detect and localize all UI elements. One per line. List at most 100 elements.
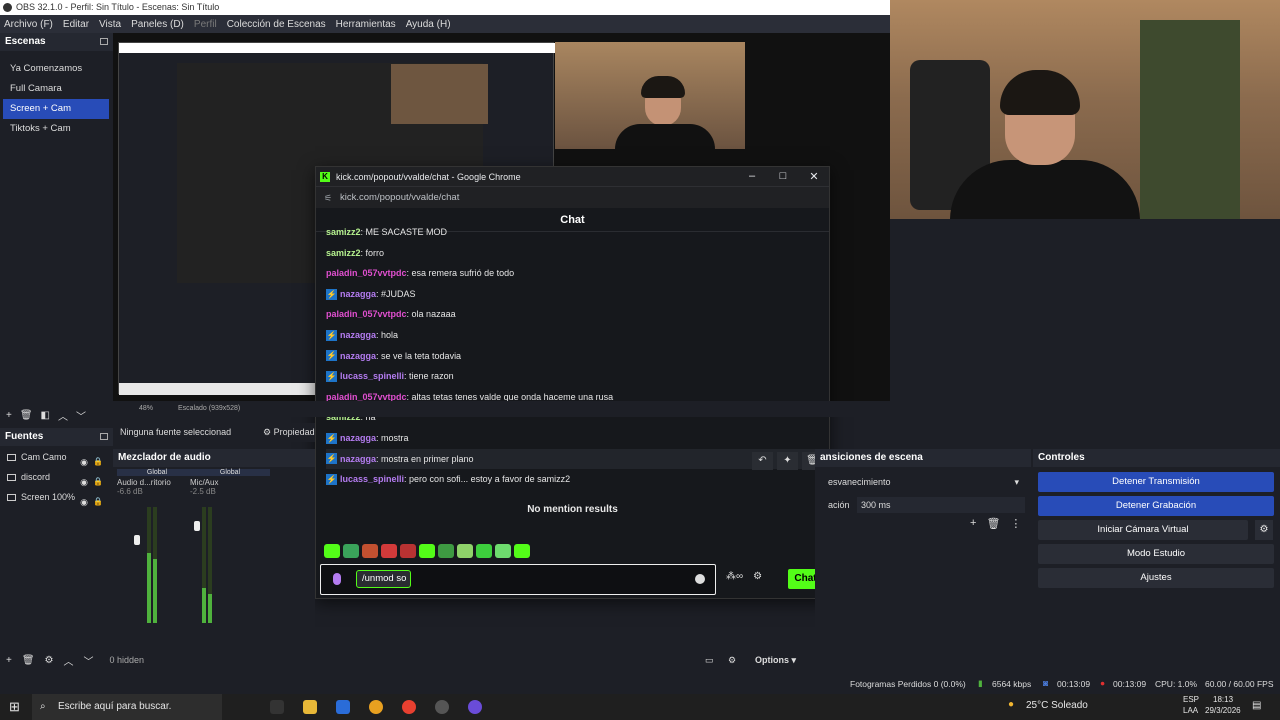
taskbar-search[interactable]: ⌕ Escribe aquí para buscar. <box>32 694 222 720</box>
filter-icon[interactable]: ◧ <box>41 410 50 421</box>
layout-icon[interactable]: ▭ <box>705 655 714 666</box>
emoji-icon[interactable] <box>695 574 705 584</box>
emote-icon[interactable] <box>514 544 530 558</box>
mixer-channel-name[interactable]: Mic/Aux <box>190 478 270 487</box>
chat-message[interactable]: paladin_057vvtpdc: esa remera sufrió de … <box>326 263 829 284</box>
emote-icon[interactable] <box>438 544 454 558</box>
mixer-channel-name[interactable]: Audio d...ritorio <box>117 478 197 487</box>
clock-time[interactable]: 18:13 <box>1213 695 1233 704</box>
emote-icon[interactable] <box>381 544 397 558</box>
stop-recording-button[interactable]: Detener Grabación <box>1038 496 1274 516</box>
add-icon[interactable]: + <box>970 517 976 530</box>
volume-slider[interactable] <box>134 535 140 545</box>
menu-perfil[interactable]: Perfil <box>194 19 217 30</box>
more-icon[interactable]: ⋮ <box>1010 517 1021 530</box>
emote-icon[interactable] <box>343 544 359 558</box>
menu-coleccion-escenas[interactable]: Colección de Escenas <box>227 19 326 30</box>
source-item-screen[interactable]: Screen 100% ◉ 🔒 <box>0 487 113 507</box>
minimize-icon[interactable]: – <box>743 170 761 182</box>
remove-icon[interactable]: 🗑 <box>986 517 1000 530</box>
chrome-url[interactable]: kick.com/popout/vvalde/chat <box>340 192 459 203</box>
chat-username[interactable]: nazagga <box>340 325 376 346</box>
source-item-cam-camo[interactable]: Cam Camo ◉ 🔒 <box>0 447 113 467</box>
chat-username[interactable]: paladin_057vvtpdc <box>326 304 407 325</box>
file-explorer-icon[interactable] <box>303 700 317 714</box>
mic-icon[interactable] <box>333 573 341 585</box>
zoom-level[interactable]: 48% <box>139 405 153 412</box>
chat-message[interactable]: samizz2: forro <box>326 243 829 264</box>
emote-icon[interactable] <box>400 544 416 558</box>
options-button[interactable]: Options ▾ <box>755 655 796 666</box>
chat-message[interactable]: ⚡ lucass_spinelli: pero con sofi... estoy… <box>326 469 829 486</box>
close-icon[interactable]: ✕ <box>805 170 823 183</box>
scene-item-tiktoks-cam[interactable]: Tiktoks + Cam <box>3 119 109 139</box>
chat-message[interactable]: ⚡ nazagga: #JUDAS <box>326 284 829 305</box>
source-item-discord[interactable]: discord ◉ 🔒 <box>0 467 113 487</box>
settings-button[interactable]: Ajustes <box>1038 568 1274 588</box>
chrome-addressbar[interactable]: ⚟ kick.com/popout/vvalde/chat <box>316 186 829 208</box>
start-icon[interactable]: ⊞ <box>9 699 20 715</box>
emote-icon[interactable] <box>362 544 378 558</box>
chat-message[interactable]: paladin_057vvtpdc: ola nazaaa <box>326 304 829 325</box>
remove-icon[interactable]: 🗑 <box>20 410 33 421</box>
add-icon[interactable]: + <box>6 410 12 421</box>
site-info-icon[interactable]: ⚟ <box>324 193 334 203</box>
chat-message[interactable]: ⚡ nazagga: se ve la teta todavia <box>326 346 829 367</box>
stop-stream-button[interactable]: Detener Transmisión <box>1038 472 1274 492</box>
menu-archivo[interactable]: Archivo (F) <box>4 19 53 30</box>
move-up-icon[interactable]: ︿ <box>64 653 74 668</box>
menu-ayuda[interactable]: Ayuda (H) <box>406 19 451 30</box>
menu-herramientas[interactable]: Herramientas <box>336 19 396 30</box>
chat-username[interactable]: nazagga <box>340 284 376 305</box>
scene-item-full-camara[interactable]: Full Camara <box>3 79 109 99</box>
emote-icon[interactable] <box>419 544 435 558</box>
chat-username[interactable]: nazagga <box>340 449 376 470</box>
language-layout[interactable]: LAA <box>1183 706 1198 715</box>
reply-icon[interactable]: ↶ <box>752 452 773 470</box>
lock-icon[interactable]: 🔒 <box>93 492 103 512</box>
obs-icon[interactable] <box>435 700 449 714</box>
emote-icon[interactable] <box>476 544 492 558</box>
chat-username[interactable]: lucass_spinelli <box>340 469 404 486</box>
move-down-icon[interactable]: ﹀ <box>76 408 86 423</box>
chat-message[interactable]: ⚡ nazagga: hola <box>326 325 829 346</box>
chat-username[interactable]: nazagga <box>340 346 376 367</box>
duration-input[interactable]: 300 ms <box>857 497 1025 513</box>
volume-slider[interactable] <box>194 521 200 531</box>
language[interactable]: ESP <box>1183 695 1199 704</box>
task-view-icon[interactable] <box>270 700 284 714</box>
transition-select[interactable]: esvanecimiento ▾ <box>815 474 1025 490</box>
store-icon[interactable] <box>336 700 350 714</box>
pin-icon[interactable]: ✦ <box>777 452 798 470</box>
chat-input[interactable]: /unmod so <box>356 570 411 588</box>
clock-date[interactable]: 29/3/2026 <box>1205 706 1241 715</box>
visibility-eye-icon[interactable]: ◉ <box>80 492 88 512</box>
menu-editar[interactable]: Editar <box>63 19 89 30</box>
app-icon[interactable] <box>468 700 482 714</box>
chat-username[interactable]: samizz2 <box>326 243 361 264</box>
maximize-icon[interactable]: □ <box>774 170 792 182</box>
chrome-icon[interactable] <box>369 700 383 714</box>
chat-username[interactable]: samizz2 <box>326 222 361 243</box>
chat-username[interactable]: lucass_spinelli <box>340 366 404 387</box>
chat-username[interactable]: paladin_057vvtpdc <box>326 263 407 284</box>
undock-icon[interactable] <box>100 433 108 440</box>
chat-username[interactable]: nazagga <box>340 428 376 449</box>
gear-icon[interactable]: ⚙ <box>45 655 54 666</box>
chat-messages[interactable]: samizz2: ME SACASTE MOD samizz2: forro pal… <box>316 222 829 486</box>
emote-icon[interactable] <box>457 544 473 558</box>
menu-paneles[interactable]: Paneles (D) <box>131 19 184 30</box>
undock-icon[interactable] <box>100 38 108 45</box>
studio-mode-button[interactable]: Modo Estudio <box>1038 544 1274 564</box>
add-icon[interactable]: + <box>6 655 12 666</box>
chat-message[interactable]: ⚡ nazagga: mostra <box>326 428 829 449</box>
chrome-profile-icon[interactable] <box>402 700 416 714</box>
settings-icon[interactable]: ⚙ <box>753 571 762 582</box>
scene-item-ya-comenzamos[interactable]: Ya Comenzamos <box>3 59 109 79</box>
chat-input-box[interactable]: /unmod so <box>320 564 716 595</box>
scene-item-screen-cam[interactable]: Screen + Cam <box>3 99 109 119</box>
mixer-settings-icon[interactable]: ⚙ <box>728 655 736 666</box>
users-icon[interactable]: ⁂∞ <box>726 571 743 582</box>
chrome-chat-window[interactable]: K kick.com/popout/vvalde/chat - Google C… <box>315 166 830 599</box>
virtual-camera-button[interactable]: Iniciar Cámara Virtual <box>1038 520 1248 540</box>
